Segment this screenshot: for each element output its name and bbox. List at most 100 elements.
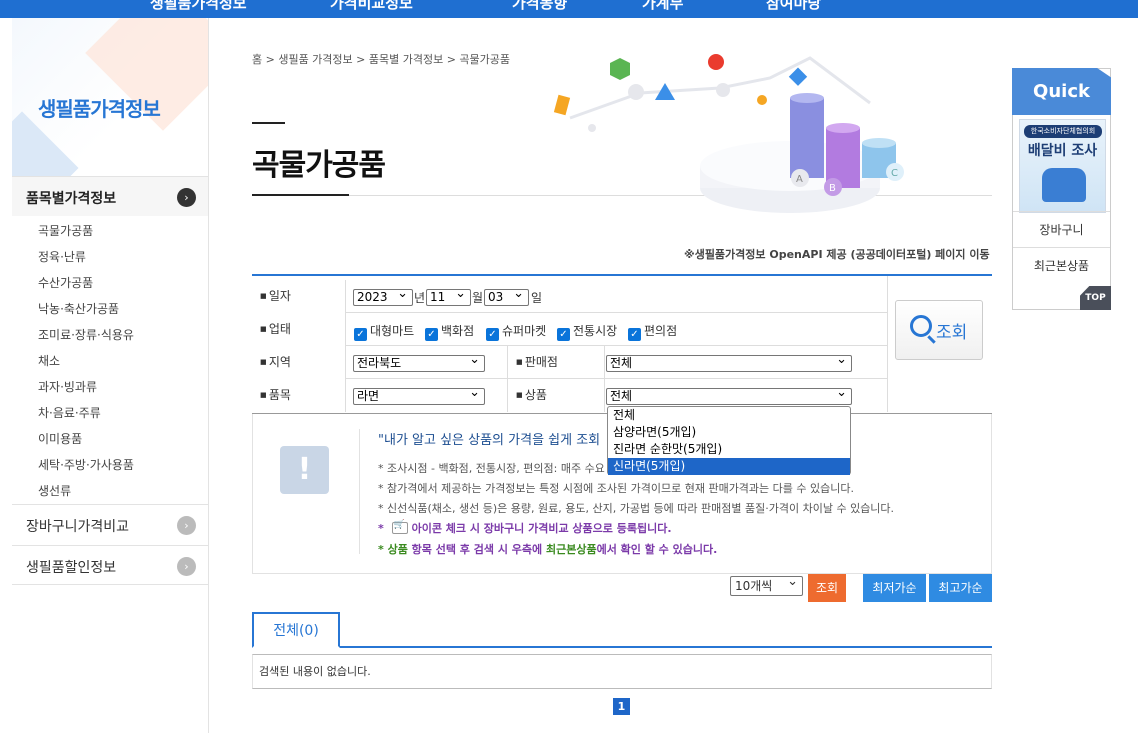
svg-text:B: B	[829, 183, 836, 194]
pagination-current-page[interactable]: 1	[613, 698, 630, 715]
notice-line: * 신선식품(채소, 생선 등)은 용량, 원료, 용도, 산지, 가공법 등에…	[378, 502, 895, 515]
sidebar-section-discount[interactable]: 생필품할인정보 ›	[12, 545, 208, 585]
filter-label: 품목	[252, 379, 346, 412]
sidebar-section-label: 품목별가격정보	[26, 191, 117, 207]
result-tabs: 전체(0)	[252, 612, 992, 648]
search-button[interactable]: 조회	[895, 300, 983, 360]
filter-label: 지역	[252, 346, 346, 379]
top-nav-item-compare[interactable]: 가격비교정보	[330, 0, 413, 13]
item-select[interactable]: 라면	[353, 385, 485, 405]
top-nav-item-ledger[interactable]: 가계부	[642, 0, 683, 13]
sidebar-section-label: 생필품할인정보	[26, 560, 117, 576]
quick-cart-link[interactable]: 장바구니	[1013, 211, 1110, 247]
sidebar-sub-item[interactable]: 생선류	[12, 478, 208, 504]
search-icon	[910, 315, 932, 337]
header-illustration: A B C	[553, 54, 904, 213]
top-nav-item-price[interactable]: 생필품가격정보	[150, 0, 247, 13]
checkbox-supermarket[interactable]: ✓ 슈퍼마켓	[486, 322, 546, 341]
svg-text:A: A	[796, 174, 803, 185]
checkbox-traditional[interactable]: ✓ 전통시장	[557, 322, 617, 341]
sidebar-sub-item[interactable]: 이미용품	[12, 426, 208, 452]
chevron-right-icon: ›	[177, 516, 196, 535]
query-button[interactable]: 조회	[808, 574, 846, 602]
notice-line: * 조사시점 - 백화점, 전통시장, 편의점: 매주 수요	[378, 462, 605, 475]
sidebar-sub-list: 곡물가공품 정육·난류 수산가공품 낙농·축산가공품 조미료·장류·식용유 채소…	[12, 218, 208, 504]
filter-label: 일자	[252, 280, 346, 313]
notice-line: * 참가격에서 제공하는 가격정보는 특정 시점에 조사된 가격이므로 현재 판…	[378, 482, 854, 495]
openapi-link[interactable]: ※생필품가격정보 OpenAPI 제공 (공공데이터포털) 페이지 이동	[684, 246, 990, 262]
sidebar-section-item-price[interactable]: 품목별가격정보 ›	[12, 176, 208, 216]
sidebar-section-cart-compare[interactable]: 장바구니가격비교 ›	[12, 504, 208, 544]
sidebar-sub-item[interactable]: 조미료·장류·식용유	[12, 322, 208, 348]
checkbox-department[interactable]: ✓ 백화점	[425, 322, 474, 341]
tab-all[interactable]: 전체(0)	[252, 612, 340, 648]
check-icon: ✓	[354, 328, 367, 341]
store-select[interactable]: 전체	[606, 352, 852, 372]
banner-org: 한국소비자단체협의회	[1024, 125, 1102, 138]
sort-highest-button[interactable]: 최고가순	[929, 574, 992, 602]
filter-row-region: 지역 전라북도 판매점 전체	[252, 346, 887, 379]
filter-label: 판매점	[507, 346, 605, 379]
dropdown-option[interactable]: 전체	[608, 407, 850, 424]
quick-recent-link[interactable]: 최근본상품	[1013, 247, 1110, 283]
day-unit: 일	[531, 291, 543, 305]
delivery-rider-icon	[1042, 168, 1086, 202]
notice-line-cart: * 아이콘 체크 시 장바구니 가격비교 상품으로 등록됩니다.	[378, 520, 672, 536]
result-empty-message: 검색된 내용이 없습니다.	[252, 654, 992, 689]
filter-row-biz: 업태 ✓대형마트 ✓백화점 ✓슈퍼마켓 ✓전통시장 ✓편의점	[252, 313, 887, 346]
dropdown-option[interactable]: 진라면 순한맛(5개입)	[608, 441, 850, 458]
check-icon: ✓	[486, 328, 499, 341]
filter-divider	[887, 276, 888, 412]
year-select[interactable]: 2023	[353, 286, 413, 306]
notice-line-recent: * 상품 항목 선택 후 검색 시 우측에 최근본상품에서 확인 할 수 있습니…	[378, 543, 718, 556]
chevron-right-icon: ›	[177, 557, 196, 576]
sidebar-header: 생필품가격정보	[12, 18, 208, 176]
sidebar-title: 생필품가격정보	[38, 97, 161, 121]
year-unit: 년	[414, 291, 426, 305]
notice-divider	[359, 429, 360, 554]
per-page-select[interactable]: 10개씩	[730, 573, 803, 596]
cart-icon	[391, 520, 408, 534]
checkbox-convenience[interactable]: ✓ 편의점	[628, 322, 677, 341]
sidebar-sub-item[interactable]: 낙농·축산가공품	[12, 296, 208, 322]
filter-label: 업태	[252, 313, 346, 346]
search-button-label: 조회	[936, 323, 968, 343]
check-icon: ✓	[425, 328, 438, 341]
check-icon: ✓	[628, 328, 641, 341]
chevron-right-icon: ›	[177, 188, 196, 207]
filter-row-date: 일자 2023 년 11 월 03 일	[252, 280, 887, 313]
title-accent-line	[252, 122, 285, 124]
sidebar-sub-item[interactable]: 정육·난류	[12, 244, 208, 270]
sidebar-sub-item[interactable]: 과자·빙과류	[12, 374, 208, 400]
top-nav-bar: 생필품가격정보 가격비교정보 가격동향 가계부 참여마당	[0, 0, 1138, 18]
quick-title: Quick	[1012, 68, 1111, 115]
sidebar-sub-item[interactable]: 곡물가공품	[12, 218, 208, 244]
left-sidebar: 생필품가격정보 품목별가격정보 › 곡물가공품 정육·난류 수산가공품 낙농·축…	[12, 18, 209, 733]
product-dropdown-list: 전체 삼양라면(5개입) 진라면 순한맛(5개입) 신라면(5개입)	[607, 406, 851, 475]
dropdown-option-highlighted[interactable]: 신라면(5개입)	[608, 458, 850, 475]
checkbox-hypermarket[interactable]: ✓ 대형마트	[354, 322, 414, 341]
month-unit: 월	[472, 291, 484, 305]
top-nav-item-participate[interactable]: 참여마당	[766, 0, 821, 13]
filter-label: 상품	[507, 379, 605, 412]
notice-headline: "내가 알고 싶은 상품의 가격을 쉽게 조회	[378, 433, 601, 448]
svg-text:C: C	[891, 168, 898, 179]
product-select[interactable]: 전체	[606, 385, 852, 405]
sidebar-sub-item[interactable]: 수산가공품	[12, 270, 208, 296]
sort-lowest-button[interactable]: 최저가순	[863, 574, 926, 602]
day-select[interactable]: 03	[484, 286, 529, 306]
check-icon: ✓	[557, 328, 570, 341]
quick-panel: Quick 한국소비자단체협의회 배달비 조사 장바구니 최근본상품	[1012, 68, 1111, 310]
exclamation-icon: !	[280, 446, 329, 494]
top-nav-item-trend[interactable]: 가격동향	[512, 0, 567, 13]
breadcrumb: 홈 > 생필품 가격정보 > 품목별 가격정보 > 곡물가공품	[252, 53, 511, 66]
banner-title: 배달비 조사	[1027, 143, 1098, 159]
sidebar-sub-item[interactable]: 차·음료·주류	[12, 400, 208, 426]
delivery-fee-banner[interactable]: 한국소비자단체협의회 배달비 조사	[1019, 119, 1106, 213]
region-select[interactable]: 전라북도	[353, 352, 485, 372]
month-select[interactable]: 11	[426, 286, 471, 306]
dropdown-option[interactable]: 삼양라면(5개입)	[608, 424, 850, 441]
sidebar-sub-item[interactable]: 채소	[12, 348, 208, 374]
title-underline	[252, 194, 349, 196]
sidebar-sub-item[interactable]: 세탁·주방·가사용품	[12, 452, 208, 478]
